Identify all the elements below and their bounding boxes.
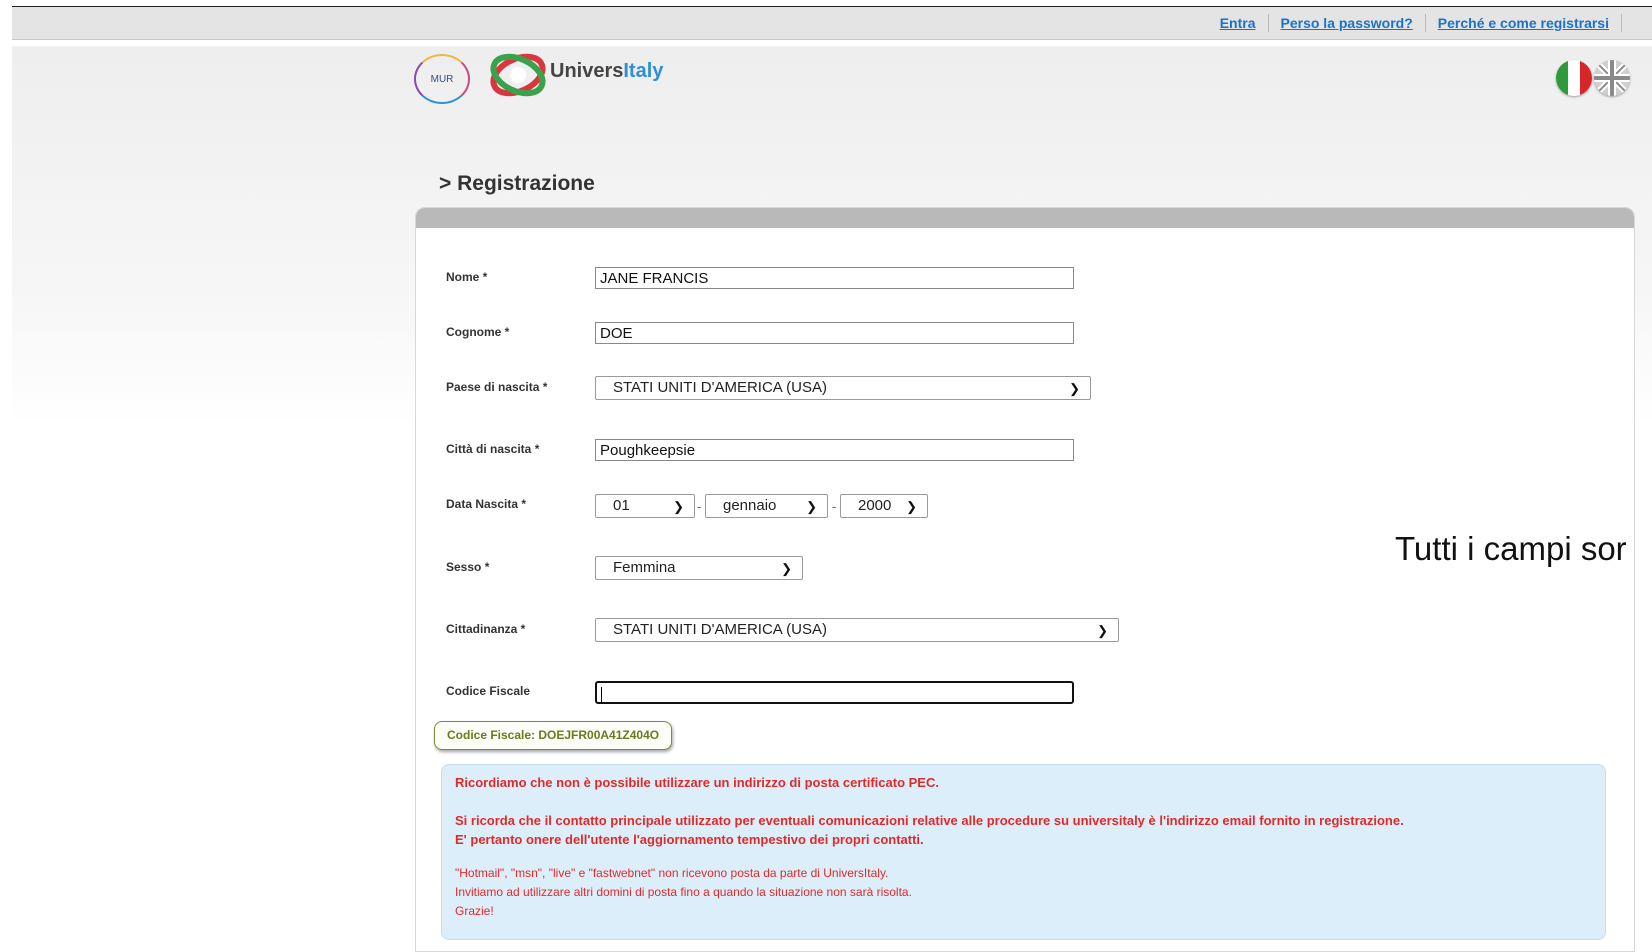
codice-fiscale-suggestion[interactable]: Codice Fiscale: DOEJFR00A41Z404O <box>434 721 673 750</box>
notice-domains: "Hotmail", "msn", "live" e "fastwebnet" … <box>455 864 1592 921</box>
notice-domains-line1: "Hotmail", "msn", "live" e "fastwebnet" … <box>455 866 889 880</box>
codice-fiscale-label: Codice Fiscale <box>446 684 531 698</box>
site-name-part2: Italy <box>623 60 664 82</box>
notice-contact-line1: Si ricorda che il contatto principale ut… <box>455 813 1404 828</box>
paese-nascita-label: Paese di nascita * <box>446 380 548 394</box>
forgot-password-link[interactable]: Perso la password? <box>1269 14 1426 32</box>
top-links: Entra Perso la password? Perché e come r… <box>1208 7 1652 39</box>
chevron-down-icon: ❯ <box>673 499 684 514</box>
top-bar: Entra Perso la password? Perché e come r… <box>12 6 1652 40</box>
chevron-down-icon: ❯ <box>781 561 792 576</box>
email-notice: Ricordiamo che non è possibile utilizzar… <box>441 764 1606 940</box>
chevron-down-icon: ❯ <box>1069 381 1080 396</box>
paese-nascita-select[interactable]: STATI UNITI D'AMERICA (USA) ❯ <box>595 376 1091 400</box>
chevron-down-icon: ❯ <box>1097 623 1108 638</box>
citta-nascita-label: Città di nascita * <box>446 442 540 456</box>
mur-logo: MUR <box>414 54 470 104</box>
cittadinanza-value: STATI UNITI D'AMERICA (USA) <box>613 621 827 638</box>
nome-input[interactable]: JANE FRANCIS <box>595 267 1074 289</box>
cittadinanza-select[interactable]: STATI UNITI D'AMERICA (USA) ❯ <box>595 618 1119 642</box>
flag-italy-icon[interactable] <box>1556 60 1592 96</box>
page-title: > Registrazione <box>439 172 595 195</box>
paese-nascita-value: STATI UNITI D'AMERICA (USA) <box>613 379 827 396</box>
universitaly-logo-icon <box>490 53 546 97</box>
birth-day-value: 01 <box>613 497 630 514</box>
data-nascita-label: Data Nascita * <box>446 497 527 511</box>
cognome-input[interactable]: DOE <box>595 322 1074 344</box>
notice-contact-line2: E' pertanto onere dell'utente l'aggiorna… <box>455 832 924 847</box>
date-separator: - <box>832 499 837 514</box>
flag-uk-icon[interactable] <box>1594 60 1630 96</box>
chevron-down-icon: ❯ <box>906 499 917 514</box>
notice-thanks: Grazie! <box>455 904 494 918</box>
sesso-value: Femmina <box>613 559 676 576</box>
birth-month-select[interactable]: gennaio ❯ <box>705 494 828 518</box>
citta-nascita-input[interactable]: Poughkeepsie <box>595 439 1074 461</box>
language-switcher <box>1556 60 1630 96</box>
codice-fiscale-input[interactable] <box>595 681 1074 704</box>
birth-year-value: 2000 <box>858 497 892 514</box>
site-name-part1: Univers <box>550 60 624 82</box>
login-link[interactable]: Entra <box>1208 14 1269 32</box>
cittadinanza-label: Cittadinanza * <box>446 622 526 636</box>
date-separator: - <box>697 499 702 514</box>
mur-logo-text: MUR <box>430 73 454 85</box>
nome-label: Nome * <box>446 270 488 284</box>
cognome-label: Cognome * <box>446 325 510 339</box>
birth-month-value: gennaio <box>723 497 777 514</box>
birth-year-select[interactable]: 2000 ❯ <box>840 494 928 518</box>
text-caret <box>601 686 602 702</box>
why-register-link[interactable]: Perché e come registrarsi <box>1426 14 1622 32</box>
notice-pec: Ricordiamo che non è possibile utilizzar… <box>455 775 939 790</box>
birth-day-select[interactable]: 01 ❯ <box>595 494 695 518</box>
required-fields-note: Tutti i campi sor <box>1395 530 1627 567</box>
notice-domains-line2: Invitiamo ad utilizzare altri domini di … <box>455 885 912 899</box>
notice-contact: Si ricorda che il contatto principale ut… <box>455 811 1592 849</box>
panel-header <box>416 208 1634 228</box>
chevron-down-icon: ❯ <box>806 499 817 514</box>
site-name: UniversItaly <box>550 60 663 83</box>
sesso-select[interactable]: Femmina ❯ <box>595 556 803 580</box>
sesso-label: Sesso * <box>446 560 490 574</box>
